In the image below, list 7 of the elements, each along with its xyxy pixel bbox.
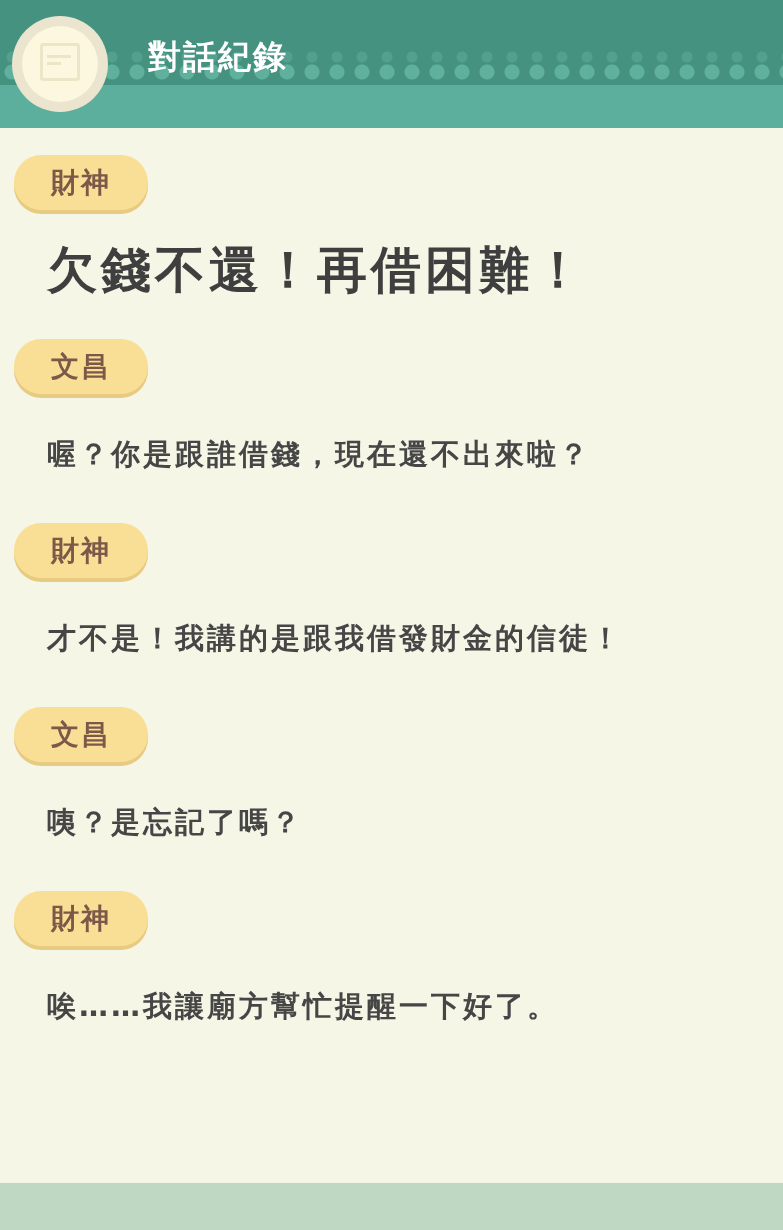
message-text: 喔？你是跟誰借錢，現在還不出來啦？ — [47, 436, 592, 473]
log-icon — [12, 16, 108, 112]
message-text: 欠錢不還！再借困難！ — [47, 240, 588, 300]
message-text: 唉……我讓廟方幫忙提醒一下好了。 — [47, 988, 560, 1025]
message-text: 咦？是忘記了嗎？ — [47, 804, 304, 841]
header-title: 對話紀錄 — [148, 35, 288, 78]
message-text: 才不是！我講的是跟我借發財金的信徒！ — [47, 620, 624, 657]
